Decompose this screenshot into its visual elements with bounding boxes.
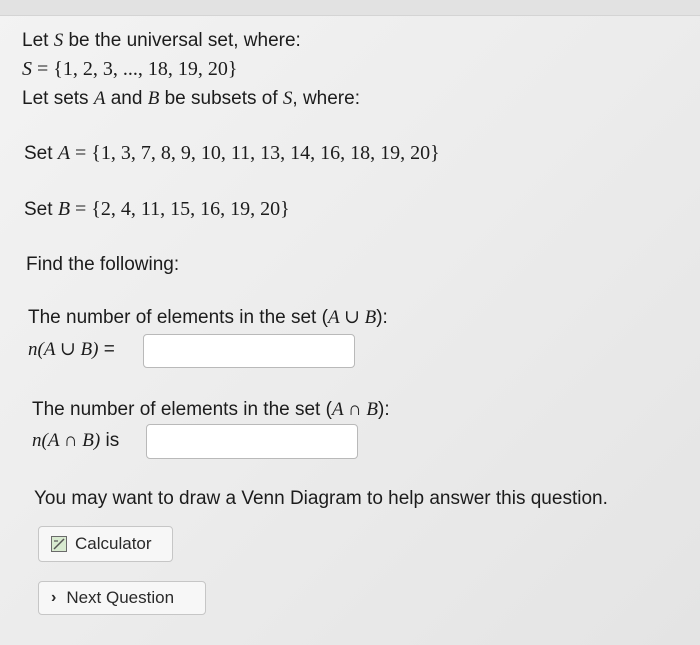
union-count-input[interactable] <box>143 334 355 368</box>
answer-label-intersection: n(A ∩ B) is <box>32 430 120 451</box>
answer-label-union: n(A ∪ B) = <box>28 339 115 360</box>
calculator-icon <box>51 536 67 552</box>
chevron-right-icon: › <box>51 589 57 606</box>
universal-set: S = {1, 2, 3, ..., 18, 19, 20} <box>22 58 238 80</box>
question-intersection: The number of elements in the set (A ∩ B… <box>32 399 390 420</box>
calculator-button[interactable]: Calculator <box>38 526 173 562</box>
top-band <box>0 0 700 16</box>
next-question-button[interactable]: › Next Question <box>38 581 206 615</box>
set-a: Set A = {1, 3, 7, 8, 9, 10, 11, 13, 14, … <box>24 142 440 164</box>
intersection-count-input[interactable] <box>146 424 358 459</box>
intro-line-3: Let sets A and B be subsets of S, where: <box>22 88 360 109</box>
find-label: Find the following: <box>26 254 180 275</box>
question-union: The number of elements in the set (A ∪ B… <box>28 307 388 328</box>
intro-line-1: Let S be the universal set, where: <box>22 30 301 51</box>
calculator-label: Calculator <box>75 534 152 553</box>
next-question-label: Next Question <box>66 588 175 607</box>
set-b: Set B = {2, 4, 11, 15, 16, 19, 20} <box>24 198 290 220</box>
venn-hint: You may want to draw a Venn Diagram to h… <box>34 488 608 509</box>
